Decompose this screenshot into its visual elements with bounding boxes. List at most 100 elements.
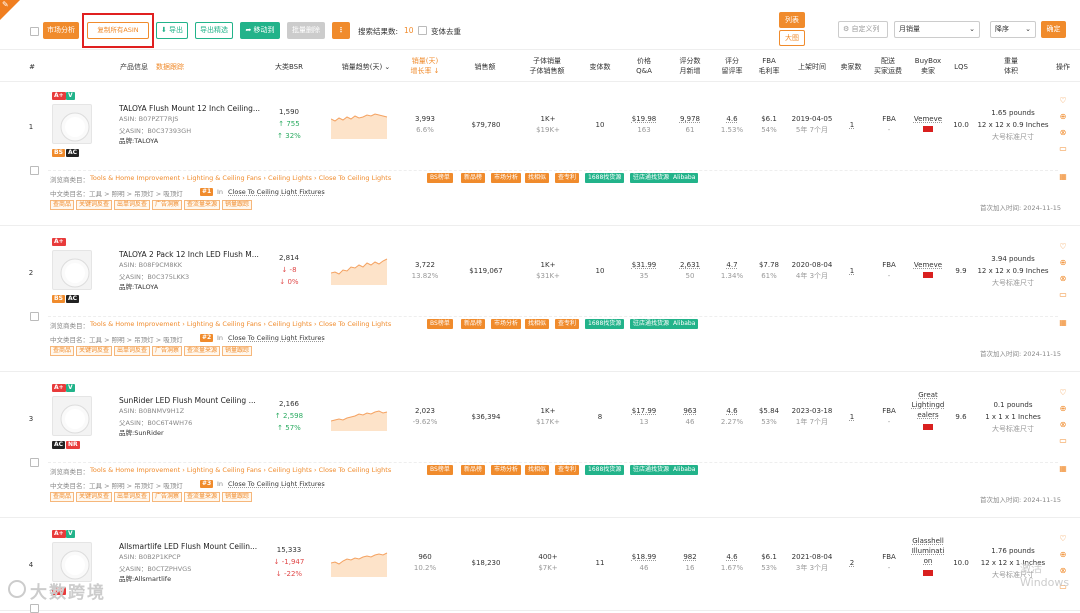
col-shipping[interactable]: 配送 买家运费 (870, 56, 906, 76)
tag-2[interactable]: 市场分析 (491, 319, 522, 329)
sales-trend-sparkline[interactable] (331, 107, 389, 139)
tool-tag-1[interactable]: 关键词反查 (76, 200, 113, 210)
tag-4[interactable]: 查专利 (555, 465, 580, 475)
col-weight[interactable]: 重量 体积 (995, 56, 1027, 76)
col-buybox[interactable]: BuyBox 卖家 (912, 56, 944, 76)
category-path[interactable]: Tools & Home Improvement › Lighting & Ce… (90, 174, 391, 182)
rank-category[interactable]: Close To Ceiling Light Fixtures (228, 188, 325, 196)
tag-3[interactable]: 找相似 (525, 319, 550, 329)
seller-count[interactable]: 2 (840, 558, 864, 568)
asin-label[interactable]: ASIN: B0BNMV9H1Z (119, 407, 184, 415)
source-tag-2[interactable]: Alibaba (670, 173, 699, 183)
calculator-icon[interactable]: ▦ (1058, 172, 1068, 181)
tag-0[interactable]: BS榜单 (427, 465, 453, 475)
tool-tag-0[interactable]: 查商品 (50, 346, 75, 356)
col-sales-trend[interactable]: 销量趋势(天) ⌄ (337, 62, 395, 72)
category-path[interactable]: Tools & Home Improvement › Lighting & Ce… (90, 320, 391, 328)
asin-label[interactable]: ASIN: B07PZT7RJS (119, 115, 178, 123)
rank-category[interactable]: Close To Ceiling Light Fixtures (228, 480, 325, 488)
row-checkbox[interactable] (30, 166, 39, 175)
heart-icon[interactable]: ♡ (1058, 534, 1068, 543)
tag-2[interactable]: 市场分析 (491, 173, 522, 183)
col-sales[interactable]: 销量(天) 增长率 ↓ (405, 56, 445, 76)
delete-icon[interactable]: ⊗ (1058, 420, 1068, 429)
dedupe-checkbox[interactable] (418, 26, 427, 35)
heart-icon[interactable]: ♡ (1058, 96, 1068, 105)
delete-icon[interactable]: ⊗ (1058, 128, 1068, 137)
heart-icon[interactable]: ♡ (1058, 388, 1068, 397)
export-selected-button[interactable]: 导出精选 (195, 22, 233, 39)
tool-tag-4[interactable]: 查流量来源 (184, 200, 221, 210)
list-view-button[interactable]: 列表 (779, 12, 805, 28)
brand-label[interactable]: 品牌:TALOYA (119, 281, 158, 291)
rank-category[interactable]: Close To Ceiling Light Fixtures (228, 334, 325, 342)
note-icon[interactable]: ▭ (1058, 436, 1068, 445)
product-title[interactable]: TALOYA 2 Pack 12 Inch LED Flush M... (119, 250, 259, 259)
market-analysis-button[interactable]: 市场分析 (43, 22, 79, 39)
tool-tag-3[interactable]: 广告洞察 (152, 200, 183, 210)
row-checkbox[interactable] (30, 604, 39, 613)
select-all-checkbox[interactable] (30, 27, 39, 36)
parent-asin-label[interactable]: 父ASIN：B0C375LKK3 (119, 271, 189, 281)
source-tag-1[interactable]: 驻店通找货源 (630, 173, 673, 183)
sales-trend-sparkline[interactable] (331, 545, 389, 577)
tool-tag-0[interactable]: 查商品 (50, 492, 75, 502)
source-tag-1[interactable]: 驻店通找货源 (630, 465, 673, 475)
tool-tag-3[interactable]: 广告洞察 (152, 492, 183, 502)
tool-tag-2[interactable]: 出单词反查 (114, 492, 151, 502)
tag-1[interactable]: 新品榜 (461, 173, 486, 183)
note-icon[interactable]: ▭ (1058, 144, 1068, 153)
tool-tag-0[interactable]: 查商品 (50, 200, 75, 210)
tool-tag-3[interactable]: 广告洞察 (152, 346, 183, 356)
move-to-button[interactable]: ➦ 移动到 (240, 22, 280, 39)
delete-icon[interactable]: ⊗ (1058, 274, 1068, 283)
col-bsr[interactable]: 大类BSR (272, 62, 306, 72)
col-reviews[interactable]: 评分数 月新增 (675, 56, 705, 76)
add-icon[interactable]: ⊕ (1058, 550, 1068, 559)
tool-tag-2[interactable]: 出单词反查 (114, 200, 151, 210)
source-tag-2[interactable]: Alibaba (670, 465, 699, 475)
buybox-seller[interactable]: Vemeve (908, 114, 948, 124)
tag-2[interactable]: 市场分析 (491, 465, 522, 475)
parent-asin-label[interactable]: 父ASIN：B0CTZPHVGS (119, 563, 191, 573)
tag-0[interactable]: BS榜单 (427, 173, 453, 183)
product-title[interactable]: SunRider LED Flush Mount Ceiling ... (119, 396, 256, 405)
calculator-icon[interactable]: ▦ (1058, 464, 1068, 473)
tool-tag-5[interactable]: 销量跟踪 (222, 346, 253, 356)
tag-1[interactable]: 新品榜 (461, 465, 486, 475)
col-product-tracking-link[interactable]: 数据跟踪 (152, 62, 188, 72)
more-options-button[interactable]: ⋮ (332, 22, 350, 39)
parent-asin-label[interactable]: 父ASIN：B0C37393GH (119, 125, 191, 135)
batch-delete-button[interactable]: 批量删除 (287, 22, 325, 39)
row-checkbox[interactable] (30, 458, 39, 467)
buybox-seller[interactable]: Vemeve (908, 260, 948, 270)
asin-label[interactable]: ASIN: B0B2P1KPCP (119, 553, 181, 561)
tag-4[interactable]: 查专利 (555, 173, 580, 183)
col-sellers[interactable]: 卖家数 (838, 62, 864, 72)
pin-icon[interactable]: ✎ (2, 0, 9, 9)
add-icon[interactable]: ⊕ (1058, 404, 1068, 413)
product-title[interactable]: TALOYA Flush Mount 12 Inch Ceiling... (119, 104, 260, 113)
parent-asin-label[interactable]: 父ASIN：B0C6T4WH76 (119, 417, 192, 427)
tag-1[interactable]: 新品榜 (461, 319, 486, 329)
buybox-seller[interactable]: Great Lightingd ealers (908, 390, 948, 420)
row-checkbox[interactable] (30, 312, 39, 321)
tag-4[interactable]: 查专利 (555, 319, 580, 329)
tag-0[interactable]: BS榜单 (427, 319, 453, 329)
add-icon[interactable]: ⊕ (1058, 112, 1068, 121)
col-listed[interactable]: 上架时间 (792, 62, 832, 72)
source-tag-1[interactable]: 驻店通找货源 (630, 319, 673, 329)
source-tag-0[interactable]: 1688找货源 (585, 173, 625, 183)
tool-tag-5[interactable]: 销量跟踪 (222, 200, 253, 210)
tag-3[interactable]: 找相似 (525, 465, 550, 475)
product-thumbnail[interactable] (52, 250, 92, 290)
grid-view-button[interactable]: 大图 (779, 30, 805, 46)
brand-label[interactable]: 品牌:Allsmartlife (119, 573, 171, 583)
product-title[interactable]: Allsmartlife LED Flush Mount Ceilin... (119, 542, 257, 551)
category-path[interactable]: Tools & Home Improvement › Lighting & Ce… (90, 466, 391, 474)
note-icon[interactable]: ▭ (1058, 290, 1068, 299)
tool-tag-4[interactable]: 查流量来源 (184, 346, 221, 356)
brand-label[interactable]: 品牌:TALOYA (119, 135, 158, 145)
confirm-button[interactable]: 确定 (1041, 21, 1066, 38)
tool-tag-1[interactable]: 关键词反查 (76, 492, 113, 502)
